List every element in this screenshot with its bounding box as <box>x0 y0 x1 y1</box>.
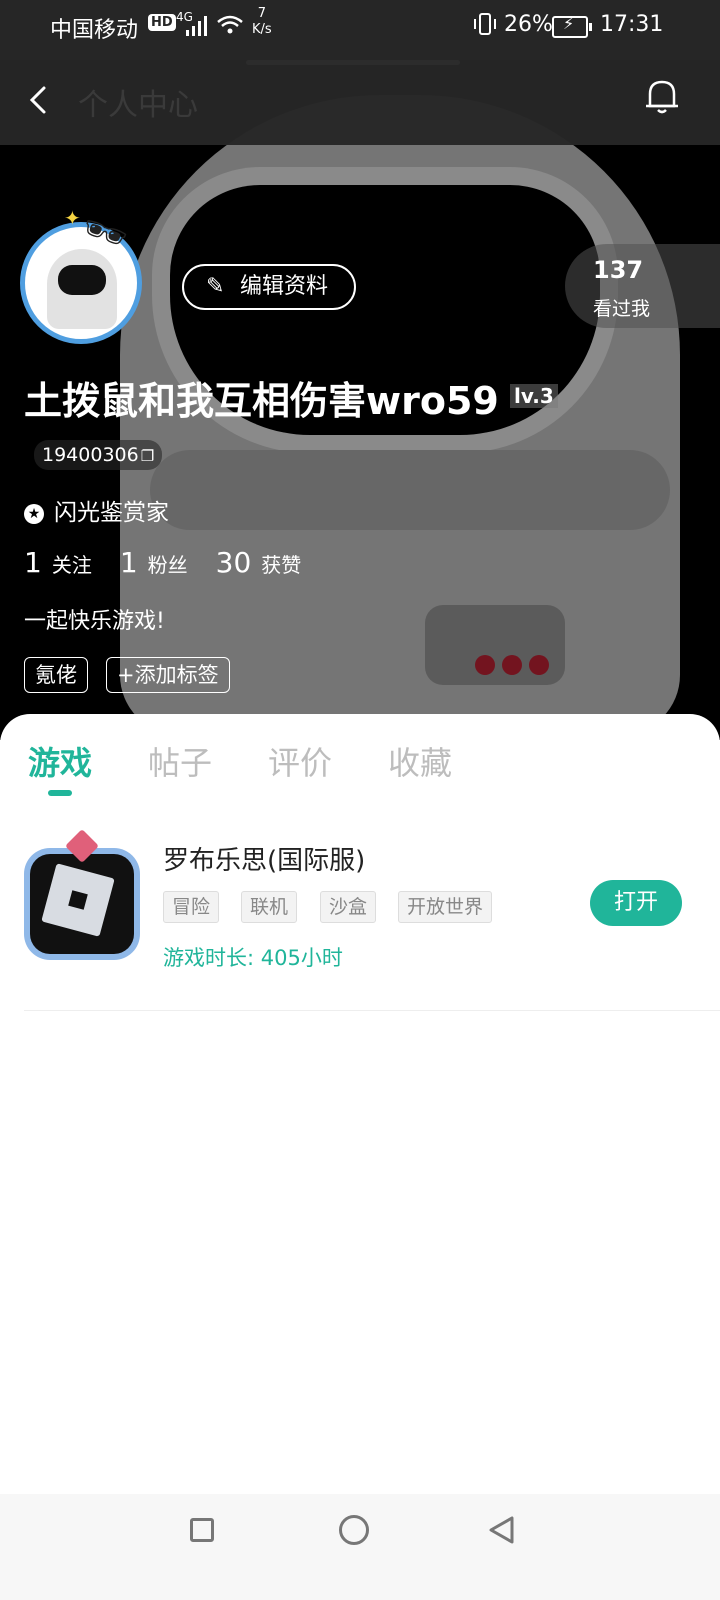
badge-label: 闪光鉴赏家 <box>54 500 169 526</box>
back-button[interactable] <box>22 80 62 120</box>
network-speed: 7 K/s <box>252 6 272 38</box>
nav-back-icon[interactable] <box>486 1514 518 1546</box>
battery-percent: 26% <box>504 12 553 37</box>
visitors-button[interactable]: 137 看过我 <box>565 244 720 328</box>
achievement-badge[interactable]: ★ 闪光鉴赏家 <box>24 493 169 527</box>
star-icon: ★ <box>24 504 44 524</box>
profile-tag[interactable]: 氪佬 <box>24 657 88 693</box>
list-divider <box>24 1010 720 1011</box>
visitors-label: 看过我 <box>593 298 651 320</box>
game-app-icon[interactable] <box>24 829 140 960</box>
stat-value: 30 <box>215 546 252 579</box>
bio: 一起快乐游戏! <box>24 609 165 634</box>
active-tab-indicator <box>48 790 72 796</box>
vibrate-icon <box>474 13 496 35</box>
speed-value: 7 <box>257 6 266 21</box>
game-tag: 开放世界 <box>398 891 493 923</box>
playtime-value: 405小时 <box>260 946 343 970</box>
tab-reviews[interactable]: 评价 <box>268 738 332 784</box>
avatar-visor <box>58 265 106 295</box>
stat-label: 获赞 <box>261 553 302 577</box>
pencil-icon: ✎ <box>206 274 225 299</box>
edit-profile-button[interactable]: ✎ 编辑资料 <box>182 264 356 310</box>
stat-value: 1 <box>119 546 138 579</box>
user-id[interactable]: 19400306 ❐ <box>34 440 163 470</box>
game-tag: 冒险 <box>163 891 220 923</box>
tab-favorites[interactable]: 收藏 <box>388 738 452 784</box>
playtime-label: 游戏时长: <box>163 946 255 970</box>
stat-likes[interactable]: 30 获赞 <box>216 546 330 579</box>
recents-button[interactable] <box>190 1518 214 1542</box>
profile-stats: 1 关注 1 粉丝 30 获赞 <box>24 546 329 579</box>
game-title[interactable]: 罗布乐思(国际服) <box>163 840 365 877</box>
carrier-name: 中国移动 <box>50 18 139 43</box>
signal-icon <box>186 16 207 36</box>
notification-button[interactable] <box>640 74 684 118</box>
bell-icon <box>646 80 678 114</box>
battery-icon: ⚡ <box>552 14 592 38</box>
wifi-icon <box>217 15 243 34</box>
home-button[interactable] <box>339 1515 369 1545</box>
username: 土拨鼠和我互相伤害wro59 <box>24 379 499 423</box>
stat-followers[interactable]: 1 粉丝 <box>120 546 216 579</box>
stat-label: 粉丝 <box>147 553 188 577</box>
stat-label: 关注 <box>51 553 92 577</box>
hd-badge: HD <box>148 14 176 31</box>
level-badge: lv.3 <box>510 384 558 408</box>
copy-icon[interactable]: ❐ <box>141 447 154 465</box>
stat-following[interactable]: 1 关注 <box>24 546 120 579</box>
system-nav-bar <box>0 1494 720 1600</box>
add-tag-button[interactable]: +添加标签 <box>106 657 230 693</box>
game-tag: 联机 <box>241 891 298 923</box>
stat-value: 1 <box>24 546 42 579</box>
game-tag: 沙盒 <box>320 891 377 923</box>
playtime: 游戏时长: 405小时 <box>163 942 343 972</box>
page-title: 个人中心 <box>78 88 198 123</box>
speed-unit: K/s <box>252 22 272 37</box>
status-bar: 中国移动 HD 4G 7 K/s 26% ⚡ 17:31 <box>0 0 720 60</box>
clock: 17:31 <box>600 12 664 37</box>
sparkle-icon: ✦ <box>64 206 81 230</box>
edit-profile-label: 编辑资料 <box>240 274 329 299</box>
user-id-value: 19400306 <box>42 444 139 466</box>
app-header: 个人中心 <box>0 60 720 145</box>
tab-games[interactable]: 游戏 <box>28 738 92 784</box>
back-icon <box>29 86 46 114</box>
visitors-count: 137 <box>593 256 644 284</box>
content-panel <box>0 714 720 1494</box>
open-game-button[interactable]: 打开 <box>590 880 682 926</box>
tab-posts[interactable]: 帖子 <box>148 738 212 784</box>
